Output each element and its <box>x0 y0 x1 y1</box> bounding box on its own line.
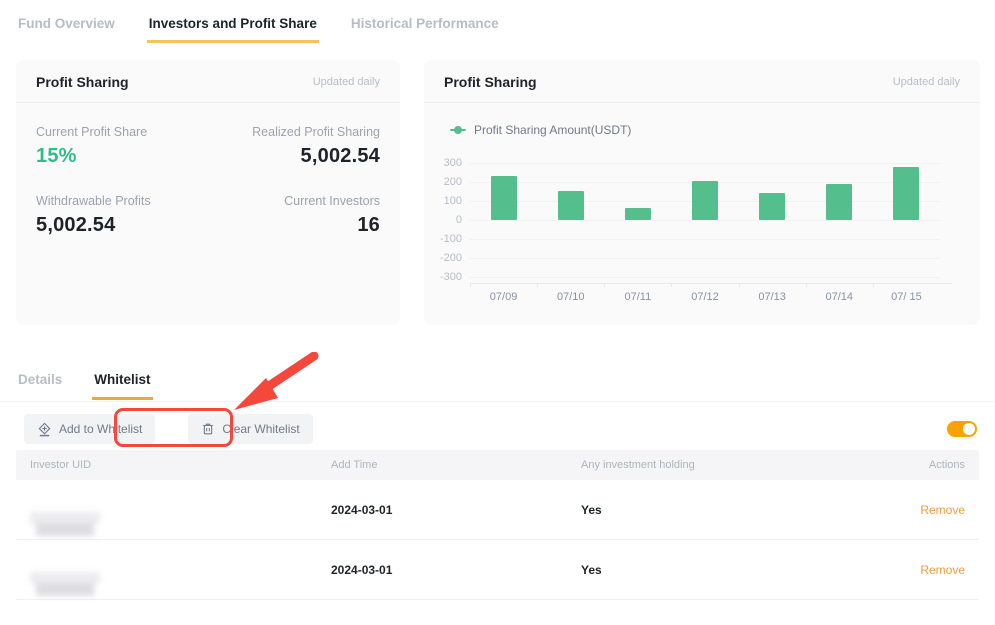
stat-value: 5,002.54 <box>213 145 380 168</box>
fund-management-page: Fund Overview Investors and Profit Share… <box>0 0 995 625</box>
whitelist-table: Investor UID Add Time Any investment hol… <box>16 450 979 600</box>
profit-sharing-summary-card: Profit Sharing Updated daily Current Pro… <box>16 60 400 325</box>
section-divider <box>0 401 995 402</box>
holding-cell: Yes <box>581 563 861 577</box>
chart-card-header: Profit Sharing Updated daily <box>424 60 980 103</box>
add-to-whitelist-icon <box>37 422 52 437</box>
stat-value: 5,002.54 <box>36 214 203 237</box>
toggle-knob <box>963 423 975 435</box>
y-axis-tick-label: -100 <box>432 233 462 245</box>
table-header-row: Investor UID Add Time Any investment hol… <box>16 450 979 480</box>
add-to-whitelist-button[interactable]: Add to Whitelist <box>24 414 155 444</box>
section-tabs: Details Whitelist <box>16 368 153 400</box>
add-to-whitelist-label: Add to Whitelist <box>59 422 142 436</box>
stat-current-profit-share: Current Profit Share 15% <box>36 125 203 168</box>
profit-sharing-chart-card: Profit Sharing Updated daily Profit Shar… <box>424 60 980 325</box>
tab-whitelist[interactable]: Whitelist <box>92 368 152 400</box>
y-axis-tick-label: 300 <box>432 157 462 169</box>
chart-legend[interactable]: Profit Sharing Amount(USDT) <box>450 123 631 137</box>
stat-current-investors: Current Investors 16 <box>213 194 380 237</box>
stat-label: Realized Profit Sharing <box>213 125 380 139</box>
tab-investors-profit-share[interactable]: Investors and Profit Share <box>147 8 319 43</box>
x-axis-tick-mark <box>806 283 807 287</box>
header-add-time: Add Time <box>331 459 581 471</box>
bar-0709[interactable] <box>491 176 517 220</box>
x-axis-tick-label: 07/10 <box>541 291 601 303</box>
chart-card-updated-badge: Updated daily <box>893 76 960 88</box>
x-axis-tick-mark <box>671 283 672 287</box>
x-axis-tick-label: 07/14 <box>809 291 869 303</box>
add-time-cell: 2024-03-01 <box>331 503 581 517</box>
stat-withdrawable-profits: Withdrawable Profits 5,002.54 <box>36 194 203 237</box>
stat-realized-profit-sharing: Realized Profit Sharing 5,002.54 <box>213 125 380 168</box>
stat-label: Current Investors <box>213 194 380 208</box>
y-axis-tick-label: 200 <box>432 176 462 188</box>
y-axis-tick-label: -200 <box>432 252 462 264</box>
gridline <box>470 258 940 259</box>
profit-sharing-bar-chart: Profit Sharing Amount(USDT) 300 200 100 0 -1… <box>424 108 980 325</box>
stat-value: 15% <box>36 145 203 168</box>
summary-card-header: Profit Sharing Updated daily <box>16 60 400 103</box>
remove-link[interactable]: Remove <box>920 503 965 517</box>
stat-label: Current Profit Share <box>36 125 203 139</box>
header-any-investment-holding: Any investment holding <box>581 459 861 471</box>
x-axis-tick-label: 07/ 15 <box>876 291 936 303</box>
x-axis-tick-label: 07/11 <box>608 291 668 303</box>
bar-0714[interactable] <box>826 184 852 220</box>
y-axis-tick-label: -300 <box>432 271 462 283</box>
y-axis-tick-label: 0 <box>432 214 462 226</box>
bar-0712[interactable] <box>692 181 718 220</box>
header-investor-uid: Investor UID <box>30 459 331 471</box>
legend-series-label: Profit Sharing Amount(USDT) <box>474 123 631 137</box>
chart-card-title: Profit Sharing <box>444 74 537 90</box>
table-row: 2024-03-01 Yes Remove <box>16 540 979 600</box>
gridline <box>470 239 940 240</box>
annotation-arrow-icon <box>222 352 322 414</box>
x-axis-line <box>470 283 952 284</box>
header-actions: Actions <box>861 459 965 471</box>
add-time-cell: 2024-03-01 <box>331 563 581 577</box>
x-axis-tick-label: 07/13 <box>742 291 802 303</box>
x-axis-tick-label: 07/09 <box>474 291 534 303</box>
bar-0715[interactable] <box>893 167 919 220</box>
holding-cell: Yes <box>581 503 861 517</box>
clear-whitelist-button[interactable]: Clear Whitelist <box>188 414 312 444</box>
x-axis-tick-mark <box>537 283 538 287</box>
bar-0711[interactable] <box>625 208 651 220</box>
tab-details[interactable]: Details <box>16 368 64 400</box>
trash-icon <box>201 422 215 436</box>
whitelist-toolbar: Add to Whitelist Clear Whitelist <box>24 413 977 445</box>
summary-stats: Current Profit Share 15% Realized Profit… <box>16 103 400 259</box>
gridline <box>470 163 940 164</box>
x-axis-tick-mark <box>604 283 605 287</box>
table-row: 2024-03-01 Yes Remove <box>16 480 979 540</box>
x-axis-tick-mark <box>873 283 874 287</box>
tab-fund-overview[interactable]: Fund Overview <box>16 8 117 43</box>
gridline <box>470 277 940 278</box>
tab-historical-performance[interactable]: Historical Performance <box>349 8 501 43</box>
y-axis-tick-label: 100 <box>432 195 462 207</box>
summary-card-title: Profit Sharing <box>36 74 129 90</box>
stat-label: Withdrawable Profits <box>36 194 203 208</box>
remove-link[interactable]: Remove <box>920 563 965 577</box>
gridline <box>470 220 940 221</box>
clear-whitelist-label: Clear Whitelist <box>222 422 299 436</box>
x-axis-tick-mark <box>739 283 740 287</box>
summary-card-updated-badge: Updated daily <box>313 76 380 88</box>
bar-0713[interactable] <box>759 193 785 220</box>
bar-0710[interactable] <box>558 191 584 220</box>
whitelist-toggle-switch[interactable] <box>947 421 977 437</box>
page-tabs: Fund Overview Investors and Profit Share… <box>16 8 501 43</box>
legend-series-marker-icon <box>450 126 466 134</box>
chart-plot-area: 3002001000-100-200-30007/0907/1007/1107/… <box>432 163 952 313</box>
x-axis-tick-mark <box>470 283 471 287</box>
x-axis-tick-label: 07/12 <box>675 291 735 303</box>
stat-value: 16 <box>213 214 380 237</box>
